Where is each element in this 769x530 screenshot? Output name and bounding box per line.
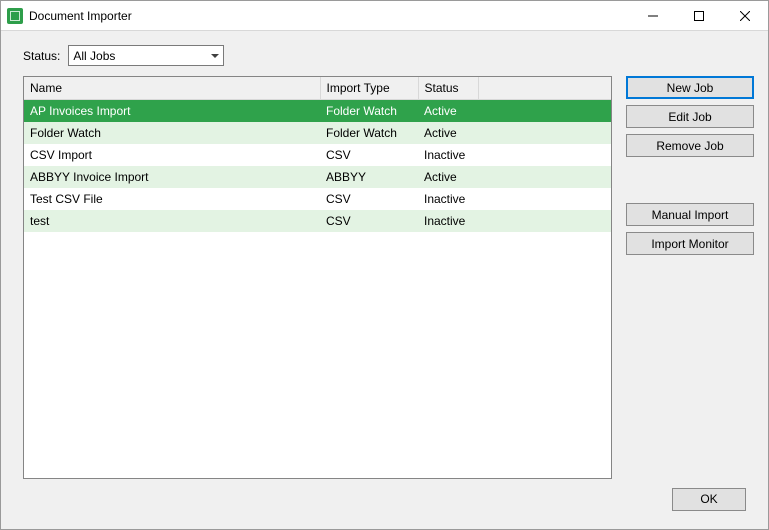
cell-status: Active (418, 122, 478, 144)
cell-import_type: ABBYY (320, 166, 418, 188)
status-filter-combo[interactable]: All Jobs (68, 45, 224, 66)
status-filter-label: Status: (23, 49, 60, 63)
cell-name: CSV Import (24, 144, 320, 166)
table-row[interactable]: ABBYY Invoice ImportABBYYActive (24, 166, 611, 188)
cell-spacer (478, 122, 611, 144)
cell-import_type: Folder Watch (320, 122, 418, 144)
minimize-icon (648, 11, 658, 21)
table-header-row: Name Import Type Status (24, 77, 611, 100)
cell-spacer (478, 166, 611, 188)
col-header-import-type[interactable]: Import Type (320, 77, 418, 100)
footer: OK (15, 479, 754, 519)
main-row: Name Import Type Status AP Invoices Impo… (23, 76, 754, 479)
cell-spacer (478, 100, 611, 122)
col-header-spacer (478, 77, 611, 100)
col-header-status[interactable]: Status (418, 77, 478, 100)
cell-status: Inactive (418, 210, 478, 232)
close-icon (740, 11, 750, 21)
jobs-table[interactable]: Name Import Type Status AP Invoices Impo… (24, 77, 611, 232)
cell-spacer (478, 210, 611, 232)
cell-name: Folder Watch (24, 122, 320, 144)
cell-import_type: Folder Watch (320, 100, 418, 122)
window-title: Document Importer (29, 9, 630, 23)
manual-import-button[interactable]: Manual Import (626, 203, 754, 226)
import-monitor-button[interactable]: Import Monitor (626, 232, 754, 255)
cell-spacer (478, 188, 611, 210)
status-filter-value: All Jobs (73, 49, 115, 63)
cell-import_type: CSV (320, 188, 418, 210)
button-gap (626, 163, 754, 197)
maximize-icon (694, 11, 704, 21)
cell-name: AP Invoices Import (24, 100, 320, 122)
cell-name: ABBYY Invoice Import (24, 166, 320, 188)
table-row[interactable]: testCSVInactive (24, 210, 611, 232)
cell-name: test (24, 210, 320, 232)
filter-row: Status: All Jobs (23, 45, 754, 66)
chevron-down-icon (211, 54, 219, 58)
table-row[interactable]: Folder WatchFolder WatchActive (24, 122, 611, 144)
minimize-button[interactable] (630, 1, 676, 30)
cell-status: Active (418, 100, 478, 122)
cell-spacer (478, 144, 611, 166)
table-row[interactable]: Test CSV FileCSVInactive (24, 188, 611, 210)
client-area: Status: All Jobs Name (1, 31, 768, 529)
cell-name: Test CSV File (24, 188, 320, 210)
side-buttons: New Job Edit Job Remove Job Manual Impor… (626, 76, 754, 479)
window: Document Importer Status: All Jobs (0, 0, 769, 530)
edit-job-button[interactable]: Edit Job (626, 105, 754, 128)
ok-button[interactable]: OK (672, 488, 746, 511)
col-header-name[interactable]: Name (24, 77, 320, 100)
cell-status: Active (418, 166, 478, 188)
maximize-button[interactable] (676, 1, 722, 30)
window-controls (630, 1, 768, 30)
app-icon (7, 8, 23, 24)
close-button[interactable] (722, 1, 768, 30)
cell-import_type: CSV (320, 144, 418, 166)
new-job-button[interactable]: New Job (626, 76, 754, 99)
cell-status: Inactive (418, 144, 478, 166)
cell-import_type: CSV (320, 210, 418, 232)
table-row[interactable]: AP Invoices ImportFolder WatchActive (24, 100, 611, 122)
cell-status: Inactive (418, 188, 478, 210)
remove-job-button[interactable]: Remove Job (626, 134, 754, 157)
table-row[interactable]: CSV ImportCSVInactive (24, 144, 611, 166)
jobs-table-wrap: Name Import Type Status AP Invoices Impo… (23, 76, 612, 479)
titlebar: Document Importer (1, 1, 768, 31)
